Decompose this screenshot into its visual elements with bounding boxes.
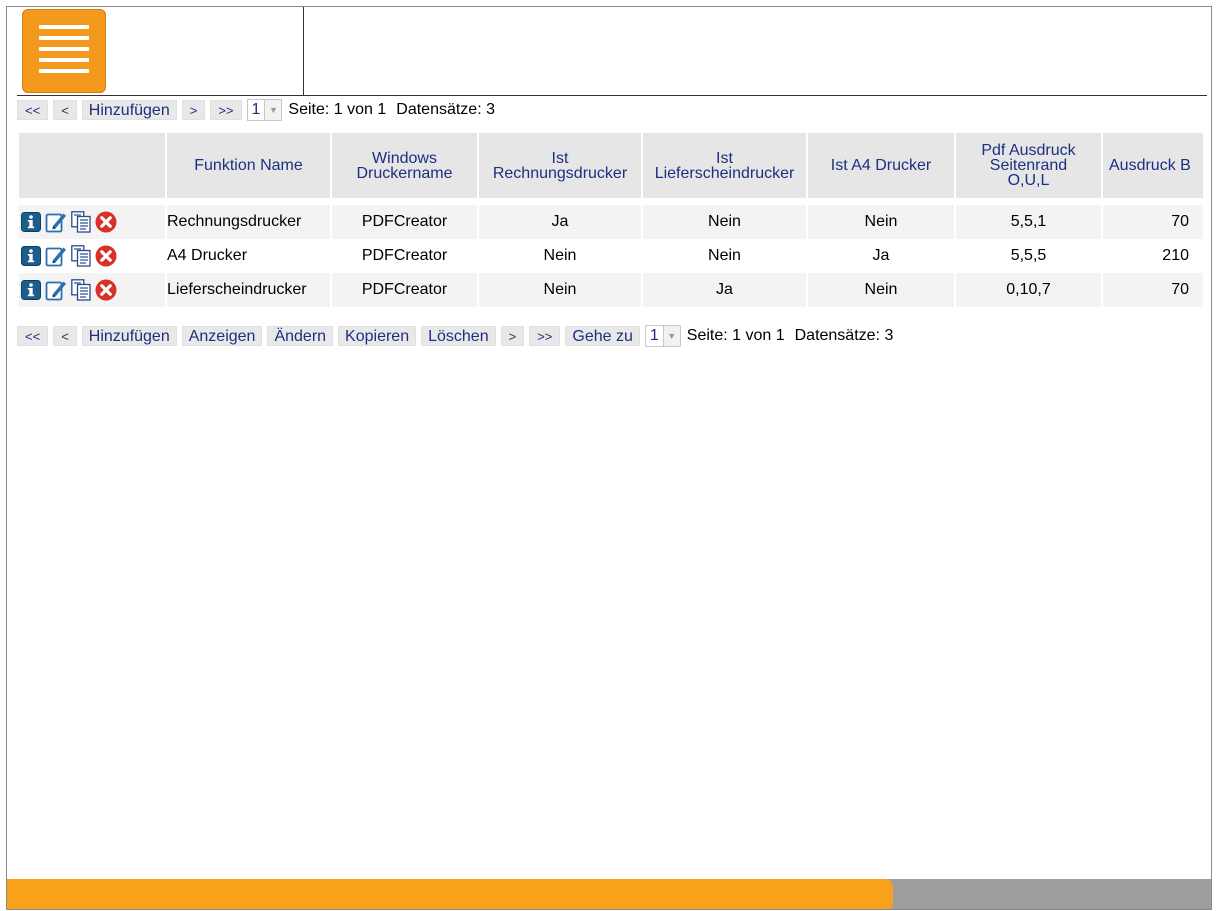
edit-button[interactable]: Ändern [267,326,334,346]
info-icon[interactable] [21,212,41,232]
prev-page-button[interactable]: < [53,326,77,346]
cell-ausdruck-breite: 70 [1103,205,1203,239]
delete-icon[interactable] [95,279,117,301]
last-page-button[interactable]: >> [529,326,561,346]
menu-button[interactable] [22,9,106,93]
next-page-button[interactable]: > [500,326,525,346]
top-pager: << < Hinzufügen > >> 1 ▼ Seite: 1 von 1 … [17,99,495,121]
header-rechnungsdrucker[interactable]: Ist Rechnungsdrucker [479,133,641,198]
edit-icon[interactable] [45,279,67,301]
cell-rechnungsdrucker: Nein [479,273,641,307]
page-info: Seite: 1 von 1 [686,327,785,344]
horizontal-scrollbar[interactable] [7,879,1211,909]
cell-ausdruck-breite: 210 [1103,239,1203,273]
delete-icon[interactable] [95,245,117,267]
header-ausdruck-breite[interactable]: Ausdruck B [1103,133,1203,198]
header-pdf-seitenrand[interactable]: Pdf Ausdruck Seitenrand O,U,L [956,133,1101,198]
header-divider [303,7,304,95]
cell-seitenrand: 5,5,5 [956,239,1101,273]
delete-button[interactable]: Löschen [421,326,496,346]
header-rule [17,95,1207,96]
cell-rechnungsdrucker: Ja [479,205,641,239]
records-info: Datensätze: 3 [794,327,894,344]
cell-funktion-name: Lieferscheindrucker [167,273,330,307]
header-funktion-name[interactable]: Funktion Name [167,133,330,198]
cell-a4-drucker: Nein [808,273,954,307]
cell-seitenrand: 5,5,1 [956,205,1101,239]
table-header-row: Funktion Name Windows Druckername Ist Rech… [19,133,1203,198]
cell-ausdruck-breite: 70 [1103,273,1203,307]
copy-icon[interactable] [71,279,91,301]
cell-lieferscheindrucker: Ja [643,273,806,307]
cell-druckername: PDFCreator [332,239,477,273]
cell-funktion-name: Rechnungsdrucker [167,205,330,239]
row-actions [19,273,165,307]
first-page-button[interactable]: << [17,326,49,346]
copy-icon[interactable] [71,245,91,267]
add-button[interactable]: Hinzufügen [81,326,177,346]
last-page-button[interactable]: >> [210,100,242,120]
info-icon[interactable] [21,246,41,266]
header-windows-druckername[interactable]: Windows Druckername [332,133,477,198]
copy-icon[interactable] [71,211,91,233]
cell-lieferscheindrucker: Nein [643,205,806,239]
page-select[interactable]: 1 ▼ [644,325,681,347]
row-actions [19,239,165,273]
goto-button[interactable]: Gehe zu [565,326,640,346]
table-row[interactable]: A4 Drucker PDFCreator Nein Nein Ja 5,5,5 210 [19,239,1203,273]
records-info: Datensätze: 3 [396,101,495,118]
next-page-button[interactable]: > [181,100,206,120]
page-select[interactable]: 1 ▼ [246,99,283,121]
cell-a4-drucker: Nein [808,205,954,239]
page-info: Seite: 1 von 1 [288,101,387,118]
edit-icon[interactable] [45,245,67,267]
info-icon[interactable] [21,280,41,300]
page-select-value: 1 [645,326,663,346]
chevron-down-icon: ▼ [662,326,680,346]
edit-icon[interactable] [45,211,67,233]
cell-a4-drucker: Ja [808,239,954,273]
copy-button[interactable]: Kopieren [338,326,417,346]
header-lieferscheindrucker[interactable]: Ist Lieferscheindrucker [643,133,806,198]
show-button[interactable]: Anzeigen [181,326,263,346]
first-page-button[interactable]: << [17,100,49,120]
cell-druckername: PDFCreator [332,273,477,307]
table-row[interactable]: Lieferscheindrucker PDFCreator Nein Ja Nein 0… [19,273,1203,307]
delete-icon[interactable] [95,211,117,233]
table-row[interactable]: Rechnungsdrucker PDFCreator Ja Nein Nein 5,5,… [19,205,1203,239]
bottom-pager: << < Hinzufügen Anzeigen Ändern Kopieren… [17,325,893,347]
cell-funktion-name: A4 Drucker [167,239,330,273]
cell-rechnungsdrucker: Nein [479,239,641,273]
printer-table-body: Rechnungsdrucker PDFCreator Ja Nein Nein 5,5,… [17,205,1205,307]
app-frame: << < Hinzufügen > >> 1 ▼ Seite: 1 von 1 … [6,6,1212,910]
row-actions [19,205,165,239]
scrollbar-thumb[interactable] [7,879,894,909]
header-a4-drucker[interactable]: Ist A4 Drucker [808,133,954,198]
cell-druckername: PDFCreator [332,205,477,239]
add-button[interactable]: Hinzufügen [81,100,177,120]
prev-page-button[interactable]: < [53,100,77,120]
cell-seitenrand: 0,10,7 [956,273,1101,307]
chevron-down-icon: ▼ [264,100,282,120]
header-actions [19,133,165,198]
page-select-value: 1 [247,100,265,120]
cell-lieferscheindrucker: Nein [643,239,806,273]
